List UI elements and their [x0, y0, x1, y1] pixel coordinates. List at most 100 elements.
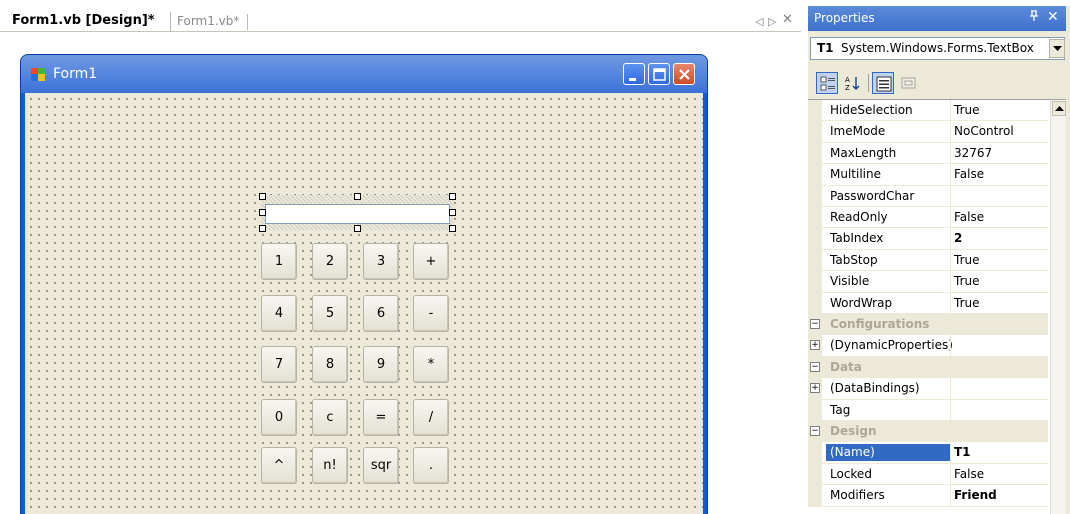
- properties-close-icon[interactable]: ✕: [1047, 9, 1059, 25]
- property-value[interactable]: True: [954, 103, 980, 117]
- calc-button-clear[interactable]: c: [312, 399, 348, 436]
- calc-button-digit-0[interactable]: 0: [261, 399, 297, 436]
- calc-button-factorial[interactable]: n!: [312, 447, 348, 484]
- property-row[interactable]: WordWrap True: [808, 292, 1048, 314]
- property-row[interactable]: ImeMode NoControl: [808, 121, 1048, 143]
- property-grid-scrollbar[interactable]: [1050, 100, 1066, 514]
- tab-form-design[interactable]: Form1.vb [Design]*: [12, 12, 155, 32]
- property-row[interactable]: ReadOnly False: [808, 207, 1048, 229]
- textbox-selection-frame[interactable]: [259, 193, 456, 232]
- close-document-icon[interactable]: ✕: [782, 13, 793, 26]
- resize-handle-ne[interactable]: [449, 193, 456, 200]
- property-value[interactable]: 2: [954, 231, 962, 245]
- maximize-button[interactable]: [648, 63, 670, 85]
- form-window[interactable]: Form1 1 2 3 + 4 5 6 - 7 8 9 * 0 c = / ^ …: [20, 54, 708, 514]
- calc-button-multiply[interactable]: *: [413, 346, 449, 383]
- property-name: TabIndex: [830, 231, 884, 246]
- minimize-button[interactable]: [623, 63, 645, 85]
- property-value[interactable]: False: [954, 167, 984, 181]
- column-divider: [950, 121, 951, 142]
- display-textbox[interactable]: [265, 204, 450, 224]
- property-row[interactable]: (Name) T1: [808, 442, 1048, 464]
- calc-button-power[interactable]: ^: [261, 447, 297, 484]
- property-row[interactable]: Locked False: [808, 463, 1048, 486]
- property-row[interactable]: + (DynamicProperties): [808, 335, 1048, 357]
- form-titlebar[interactable]: Form1: [21, 55, 707, 93]
- close-button[interactable]: [673, 63, 695, 85]
- property-row[interactable]: PasswordChar: [808, 185, 1048, 207]
- property-pages-button[interactable]: [898, 72, 920, 94]
- property-row[interactable]: TabIndex 2: [808, 228, 1048, 250]
- calc-button-digit-2[interactable]: 2: [312, 243, 348, 280]
- calc-button-minus[interactable]: -: [413, 295, 449, 332]
- property-value[interactable]: True: [954, 253, 980, 267]
- collapse-icon[interactable]: −: [810, 426, 820, 436]
- property-row[interactable]: Visible True: [808, 271, 1048, 293]
- column-divider: [950, 207, 951, 228]
- collapse-icon[interactable]: −: [810, 319, 820, 329]
- property-row[interactable]: Tag: [808, 399, 1048, 421]
- resize-handle-sw[interactable]: [259, 225, 266, 232]
- alphabetical-button[interactable]: A Z: [842, 72, 864, 94]
- tab-form-code[interactable]: Form1.vb*: [170, 12, 239, 32]
- object-selector[interactable]: T1 System.Windows.Forms.TextBox: [810, 37, 1065, 60]
- property-value[interactable]: True: [954, 274, 980, 288]
- calc-button-equals[interactable]: =: [363, 399, 399, 436]
- calc-button-digit-9[interactable]: 9: [363, 346, 399, 383]
- close-icon: [679, 69, 690, 80]
- form-client-area[interactable]: 1 2 3 +4 5 6- 7 8 9 * 0 c = / ^ n! sqr.: [25, 93, 703, 514]
- calc-button-digit-8[interactable]: 8: [312, 346, 348, 383]
- scroll-up-button[interactable]: [1052, 101, 1066, 116]
- property-value[interactable]: 32767: [954, 146, 992, 160]
- properties-titlebar[interactable]: Properties ✕: [808, 6, 1066, 31]
- property-value[interactable]: Friend: [954, 488, 997, 502]
- expand-icon[interactable]: +: [810, 383, 820, 394]
- calc-button-digit-3[interactable]: 3: [363, 243, 399, 280]
- properties-view-button[interactable]: [872, 72, 894, 94]
- scroll-tabs-right-icon[interactable]: ▷: [768, 16, 776, 28]
- property-name: MaxLength: [830, 145, 897, 160]
- property-grid[interactable]: HideSelection True ImeMode NoControl MaxLeng…: [808, 99, 1066, 514]
- property-row[interactable]: Multiline False: [808, 164, 1048, 186]
- property-row[interactable]: + (DataBindings): [808, 378, 1048, 400]
- categorized-button[interactable]: [816, 72, 838, 94]
- resize-handle-se[interactable]: [449, 225, 456, 232]
- resize-handle-w[interactable]: [259, 209, 266, 216]
- pin-icon[interactable]: [1028, 10, 1040, 25]
- property-category[interactable]: − Configurations: [808, 314, 1048, 336]
- property-row[interactable]: HideSelection True: [808, 100, 1048, 122]
- property-row[interactable]: Modifiers Friend: [808, 485, 1048, 507]
- property-category[interactable]: − Data: [808, 356, 1048, 379]
- collapse-icon[interactable]: −: [810, 361, 820, 372]
- scroll-tabs-left-icon[interactable]: ◁: [755, 16, 763, 28]
- resize-handle-e[interactable]: [449, 209, 456, 216]
- toolbar-separator: [868, 74, 869, 92]
- property-row[interactable]: MaxLength 32767: [808, 142, 1048, 165]
- resize-handle-n[interactable]: [354, 193, 361, 200]
- object-dropdown-button[interactable]: [1049, 39, 1065, 58]
- row-margin: [808, 442, 822, 463]
- property-value[interactable]: False: [954, 210, 984, 224]
- calc-button-sqrt[interactable]: sqr: [363, 447, 399, 484]
- calc-button-digit-7[interactable]: 7: [261, 346, 297, 383]
- calc-button-digit-4[interactable]: 4: [261, 295, 297, 332]
- object-name: T1: [817, 41, 834, 55]
- property-row[interactable]: TabStop True: [808, 249, 1048, 272]
- calc-button-plus[interactable]: +: [413, 243, 449, 280]
- property-value[interactable]: True: [954, 296, 980, 310]
- calc-button-digit-1[interactable]: 1: [261, 243, 297, 280]
- expand-icon[interactable]: +: [810, 340, 820, 351]
- calc-button-divide[interactable]: /: [413, 399, 449, 436]
- calc-button-decimal[interactable]: .: [413, 447, 449, 484]
- resize-handle-nw[interactable]: [259, 193, 266, 200]
- property-value[interactable]: T1: [954, 445, 971, 459]
- property-name: Modifiers: [830, 488, 885, 503]
- property-value[interactable]: False: [954, 467, 984, 481]
- column-divider: [950, 399, 951, 420]
- row-margin: [808, 271, 822, 292]
- resize-handle-s[interactable]: [354, 225, 361, 232]
- calc-button-digit-6[interactable]: 6: [363, 295, 399, 332]
- calc-button-digit-5[interactable]: 5: [312, 295, 348, 332]
- property-value[interactable]: NoControl: [954, 124, 1014, 138]
- property-category[interactable]: − Design: [808, 421, 1048, 443]
